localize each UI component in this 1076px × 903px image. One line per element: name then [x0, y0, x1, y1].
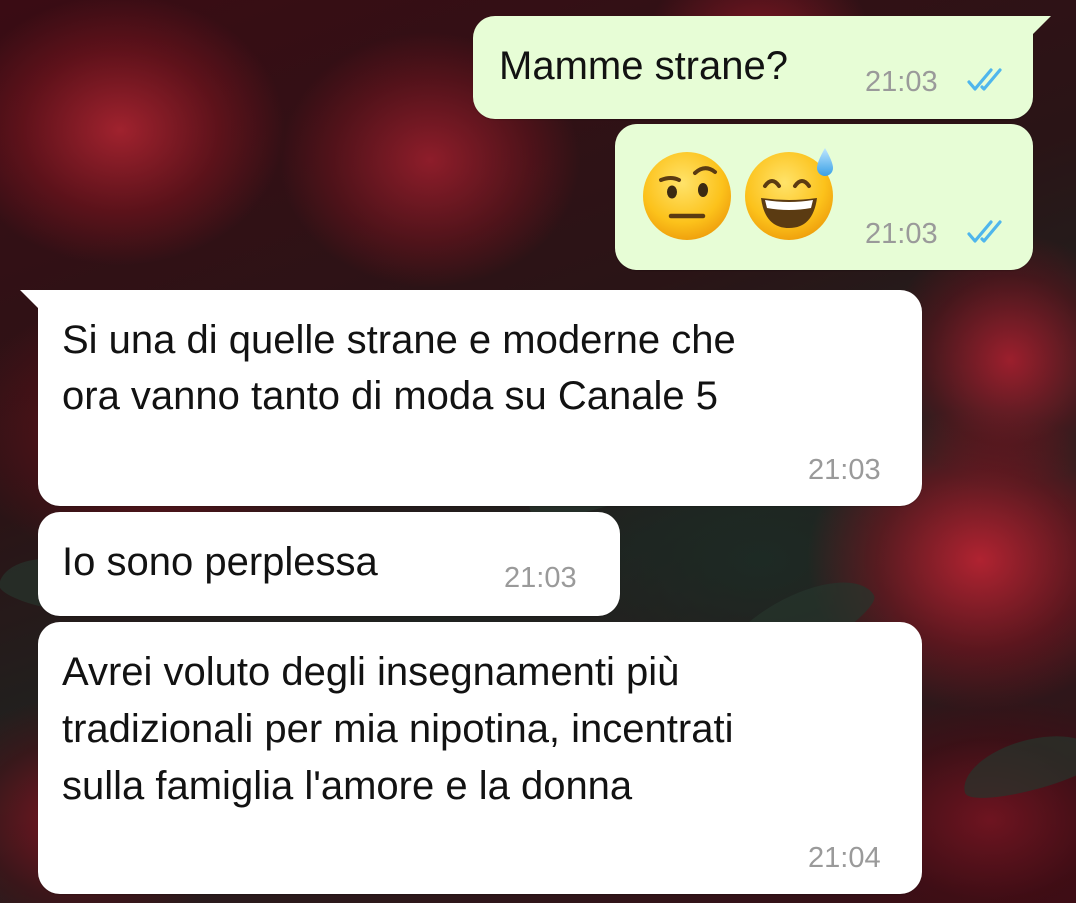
message-text: Io sono perplessa: [62, 540, 378, 584]
message-text-line: Avrei voluto degli insegnamenti più: [62, 650, 680, 694]
message-text-line: tradizionali per mia nipotina, incentrat…: [62, 707, 734, 751]
incoming-message-bubble[interactable]: Io sono perplessa 21:03: [38, 512, 620, 616]
incoming-message-bubble[interactable]: Si una di quelle strane e moderne che or…: [20, 290, 922, 506]
outgoing-emoji-message-bubble[interactable]: 21:03: [615, 124, 1033, 270]
message-timestamp: 21:03: [865, 66, 938, 98]
outgoing-message-bubble[interactable]: Mamme strane? 21:03: [473, 16, 1051, 119]
read-double-check-icon: [967, 68, 1002, 91]
message-text-line: ora vanno tanto di moda su Canale 5: [62, 374, 718, 418]
message-timestamp: 21:03: [865, 218, 938, 250]
message-timestamp: 21:04: [808, 842, 881, 874]
read-double-check-icon: [967, 220, 1002, 243]
message-text-line: Si una di quelle strane e moderne che: [62, 318, 736, 362]
message-timestamp: 21:03: [808, 454, 881, 486]
face-with-raised-eyebrow-emoji: [643, 152, 731, 240]
incoming-message-bubble[interactable]: Avrei voluto degli insegnamenti più trad…: [38, 622, 922, 894]
grinning-face-with-sweat-emoji: [745, 148, 833, 240]
message-text-line: sulla famiglia l'amore e la donna: [62, 764, 633, 808]
message-text: Mamme strane?: [499, 44, 788, 88]
message-timestamp: 21:03: [504, 562, 577, 594]
